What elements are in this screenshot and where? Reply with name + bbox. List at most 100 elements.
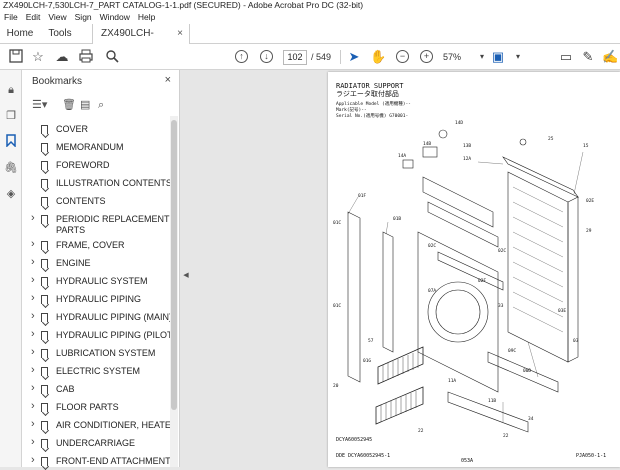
bookmark-item[interactable]: › HYDRAULIC PIPING [22,292,172,308]
options-menu-icon[interactable]: ☰▾ [32,98,47,112]
expand-arrow-icon[interactable]: › [31,328,35,340]
attachments-icon[interactable]: 🖇︎ [3,160,19,176]
tab-close-icon[interactable]: × [177,24,183,44]
bookmark-item[interactable]: › HYDRAULIC PIPING (PILOT) [22,328,176,344]
bookmark-item[interactable]: › UNDERCARRIAGE [22,436,172,452]
bookmark-item[interactable]: COVER [22,124,172,138]
bookmark-item[interactable]: › PERIODIC REPLACEMENT PARTS [22,212,172,238]
expand-arrow-icon[interactable]: › [31,382,35,394]
highlight-pen-icon[interactable]: ✎ [580,49,596,65]
tab-home[interactable]: Home [0,24,40,44]
bookmark-icon [41,367,48,376]
bookmark-icon [41,143,48,152]
expand-arrow-icon[interactable]: › [31,454,35,466]
expand-arrow-icon[interactable]: › [31,346,35,358]
prev-page-icon[interactable]: ↑ [235,50,248,63]
zoom-out-icon[interactable]: − [396,50,409,63]
bookmark-label: ILLUSTRATION CONTENTS [56,178,172,188]
lock-icon[interactable]: 🔒︎ [3,82,19,98]
new-bookmark-icon[interactable]: ▤ [80,98,90,112]
bookmarks-title: Bookmarks [32,76,83,87]
bookmark-label: MEMORANDUM [56,142,124,152]
menu-file[interactable]: File [0,11,22,24]
expand-arrow-icon[interactable]: › [31,256,35,268]
bookmark-item[interactable]: › HYDRAULIC PIPING (MAIN) [22,310,173,326]
bookmark-item[interactable]: CONTENTS [22,196,172,210]
bookmark-item[interactable]: › ENGINE [22,256,172,272]
hand-tool-icon[interactable]: ✋ [370,49,386,65]
close-panel-icon[interactable]: × [165,74,171,86]
find-bookmark-icon[interactable]: ⌕ [98,98,104,112]
bookmark-item[interactable]: FOREWORD [22,160,172,174]
bookmark-icon [41,277,48,286]
page-number-input[interactable]: 102 [283,50,307,65]
bookmark-item[interactable]: › ELECTRIC SYSTEM [22,364,172,380]
svg-text:01G: 01G [363,358,371,364]
fit-page-icon[interactable]: ▣ [490,49,506,65]
comment-icon[interactable]: ▭ [558,49,574,65]
expand-arrow-icon[interactable]: › [31,292,35,304]
bookmark-item[interactable]: › FLOOR PARTS [22,400,172,416]
bookmark-star-icon[interactable]: ☆ [30,49,46,65]
tab-document[interactable]: ZX490LCH-7,530L... × [92,24,190,59]
expand-arrow-icon[interactable]: › [31,364,35,376]
expand-arrow-icon[interactable]: › [31,310,35,322]
bookmarks-panel-icon[interactable] [3,134,19,150]
layers-icon[interactable]: ◈ [3,186,19,202]
menu-help[interactable]: Help [134,11,159,24]
bookmark-icon [41,125,48,134]
bookmark-icon [41,439,48,448]
bookmark-item[interactable]: › FRONT-END ATTACHMENTS [22,454,177,470]
page-footer-center: 053A [461,458,474,464]
expand-arrow-icon[interactable]: › [31,418,35,430]
svg-text:22: 22 [503,433,509,439]
bookmark-label: FLOOR PARTS [56,402,119,412]
collapse-panel-icon[interactable]: ◀ [182,262,190,290]
expand-arrow-icon[interactable]: › [31,400,35,412]
bookmark-scroll-thumb[interactable] [171,120,177,410]
tab-tools[interactable]: Tools [40,24,80,44]
bookmark-icon [41,295,48,304]
bookmark-label: ENGINE [56,258,91,268]
bookmark-item[interactable]: › AIR CONDITIONER, HEATER [22,418,177,434]
upload-cloud-icon[interactable]: ☁ [54,49,70,65]
expand-arrow-icon[interactable]: › [31,274,35,286]
expand-arrow-icon[interactable]: › [31,436,35,448]
zoom-dropdown-icon[interactable]: ▾ [474,49,490,65]
fit-dropdown-icon[interactable]: ▾ [510,49,526,65]
delete-bookmark-icon[interactable]: 🗑︎ [62,98,76,112]
menu-sign[interactable]: Sign [71,11,96,24]
bookmark-label: HYDRAULIC PIPING (MAIN) [56,312,173,322]
bookmark-icon [41,403,48,412]
select-cursor-icon[interactable]: ➤ [346,49,362,65]
sign-icon[interactable]: ✍ [602,49,618,65]
bookmark-label: FRAME, COVER [56,240,125,250]
bookmark-item[interactable]: › HYDRAULIC SYSTEM [22,274,172,290]
svg-text:25: 25 [548,136,554,142]
next-page-icon[interactable]: ↓ [260,50,273,63]
expand-arrow-icon[interactable]: › [31,212,35,224]
zoom-level-input[interactable]: 57% [443,50,473,65]
bookmark-item[interactable]: › CAB [22,382,172,398]
page-thumbnails-icon[interactable]: ❐ [3,108,19,124]
page-footer-right: PJA050-1-1 [576,453,607,459]
bookmark-label: LUBRICATION SYSTEM [56,348,156,358]
zoom-in-icon[interactable]: + [420,50,433,63]
bookmark-icon [41,313,48,322]
menu-window[interactable]: Window [96,11,134,24]
bookmark-item[interactable]: ILLUSTRATION CONTENTS [22,178,172,192]
menu-view[interactable]: View [44,11,70,24]
menu-edit[interactable]: Edit [22,11,45,24]
svg-text:09C: 09C [508,348,516,354]
save-icon[interactable] [8,49,24,65]
bookmark-label: UNDERCARRIAGE [56,438,136,448]
print-icon[interactable] [78,49,94,65]
search-icon[interactable] [104,49,120,65]
bookmark-item[interactable]: › LUBRICATION SYSTEM [22,346,172,362]
bookmark-label-line2: PARTS [56,225,86,235]
bookmark-label: CONTENTS [56,196,106,206]
tab-bar: Home Tools ZX490LCH-7,530L... × [0,24,620,59]
bookmark-item[interactable]: MEMORANDUM [22,142,172,156]
bookmark-item[interactable]: › FRAME, COVER [22,238,172,254]
expand-arrow-icon[interactable]: › [31,238,35,250]
